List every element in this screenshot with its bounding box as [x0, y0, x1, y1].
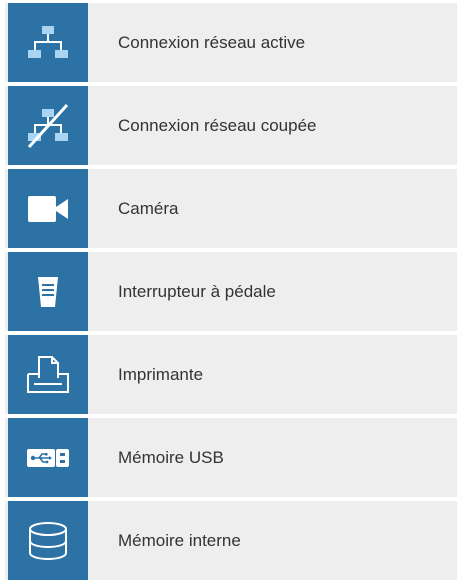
list-item: Connexion réseau coupée	[5, 86, 457, 165]
item-label: Connexion réseau active	[118, 32, 306, 52]
list-item: Mémoire interne	[5, 501, 457, 580]
network-disconnected-icon	[8, 86, 88, 165]
list-item: Interrupteur à pédale	[5, 252, 457, 331]
item-label: Imprimante	[118, 364, 204, 384]
foot-switch-icon	[8, 252, 88, 331]
list-item: Imprimante	[5, 335, 457, 414]
item-label: Connexion réseau coupée	[118, 115, 317, 135]
network-active-icon	[8, 3, 88, 82]
usb-memory-icon	[8, 418, 88, 497]
item-label: Interrupteur à pédale	[118, 281, 276, 301]
list-item: Caméra	[5, 169, 457, 248]
printer-icon	[8, 335, 88, 414]
item-label: Mémoire interne	[118, 530, 241, 550]
list-item: Mémoire USB	[5, 418, 457, 497]
internal-memory-icon	[8, 501, 88, 580]
item-label: Caméra	[118, 198, 179, 218]
camera-icon	[8, 169, 88, 248]
icon-legend-list: Connexion réseau active Connexion réseau…	[5, 3, 457, 580]
item-label: Mémoire USB	[118, 447, 224, 467]
list-item: Connexion réseau active	[5, 3, 457, 82]
